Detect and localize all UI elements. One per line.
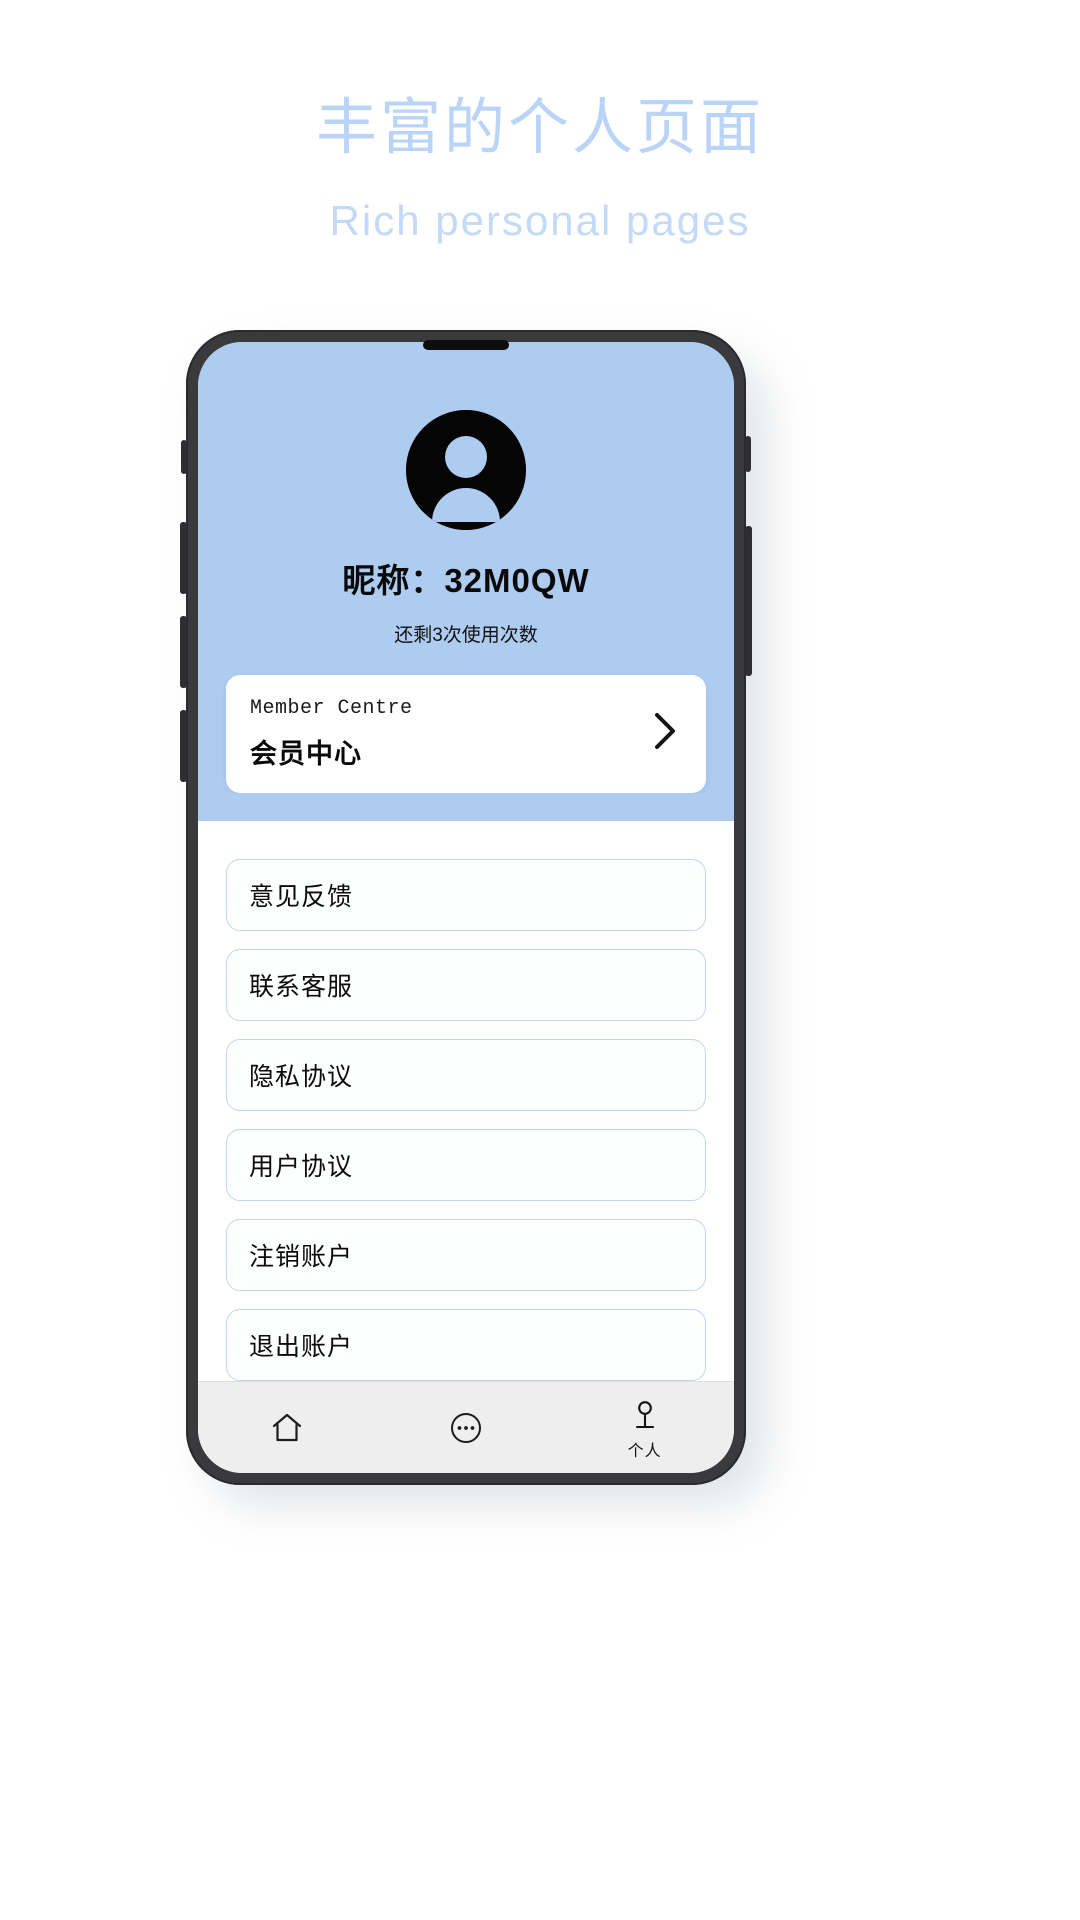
menu-item-label: 联系客服 (249, 973, 354, 1001)
phone-button-left-lower[interactable] (180, 710, 187, 782)
phone-speaker-notch (423, 340, 509, 350)
home-icon (270, 1411, 304, 1445)
person-avatar-icon[interactable] (406, 410, 526, 530)
settings-menu-list: 意见反馈 联系客服 隐私协议 用户协议 注销账户 退出账户 (198, 821, 734, 1381)
phone-button-left-top[interactable] (181, 440, 187, 474)
menu-item-label: 注销账户 (249, 1243, 354, 1271)
menu-item-user-agreement[interactable]: 用户协议 (226, 1129, 706, 1201)
promo-subtitle: Rich personal pages (329, 197, 751, 245)
menu-item-delete-account[interactable]: 注销账户 (226, 1219, 706, 1291)
profile-nickname: 昵称：32M0QW (342, 562, 590, 599)
tab-more[interactable] (377, 1382, 556, 1473)
bottom-tab-bar: 个人 (198, 1381, 734, 1473)
menu-item-label: 退出账户 (249, 1333, 354, 1361)
profile-header: 昵称：32M0QW 还剩3次使用次数 Member Centre 会员中心 (198, 342, 734, 793)
phone-mockup: 昵称：32M0QW 还剩3次使用次数 Member Centre 会员中心 意见… (180, 330, 768, 1506)
menu-item-label: 意见反馈 (249, 883, 354, 911)
promo-header: 丰富的个人页面 Rich personal pages (0, 0, 1080, 247)
tab-profile-label: 个人 (627, 1443, 662, 1460)
profile-header-bottom-spacer (198, 793, 734, 821)
phone-button-left-middle[interactable] (180, 616, 187, 688)
promo-title: 丰富的个人页面 (315, 93, 764, 161)
chevron-right-icon[interactable] (652, 711, 682, 757)
phone-frame: 昵称：32M0QW 还剩3次使用次数 Member Centre 会员中心 意见… (180, 330, 752, 1485)
remaining-usage-text: 还剩3次使用次数 (394, 625, 538, 646)
menu-item-contact-support[interactable]: 联系客服 (226, 949, 706, 1021)
phone-button-right-top[interactable] (745, 436, 751, 472)
member-centre-label-cn: 会员中心 (250, 739, 362, 769)
tab-home[interactable] (198, 1382, 377, 1473)
menu-item-feedback[interactable]: 意见反馈 (226, 859, 706, 931)
member-centre-card[interactable]: Member Centre 会员中心 (226, 675, 706, 793)
phone-screen: 昵称：32M0QW 还剩3次使用次数 Member Centre 会员中心 意见… (198, 342, 734, 1473)
person-icon (628, 1399, 662, 1433)
phone-button-left-upper[interactable] (180, 522, 187, 594)
phone-button-right-power[interactable] (745, 526, 752, 676)
menu-item-label: 用户协议 (249, 1153, 354, 1181)
member-centre-label-en: Member Centre (250, 697, 413, 720)
menu-item-privacy-policy[interactable]: 隐私协议 (226, 1039, 706, 1111)
menu-item-logout[interactable]: 退出账户 (226, 1309, 706, 1381)
menu-item-label: 隐私协议 (249, 1063, 354, 1091)
tab-profile[interactable]: 个人 (555, 1382, 734, 1473)
ellipsis-circle-icon (449, 1411, 483, 1445)
